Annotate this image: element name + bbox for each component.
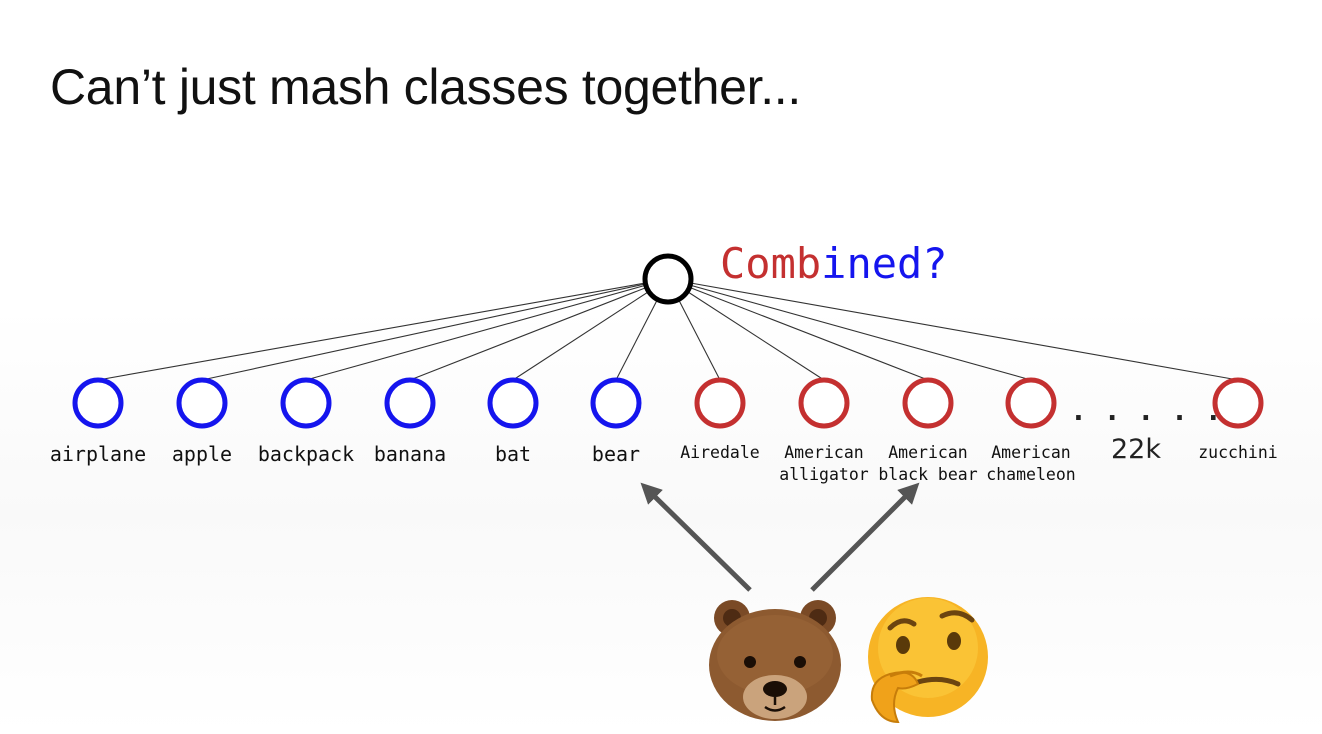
class-label-line: backpack — [258, 442, 354, 466]
class-node-bat — [487, 377, 539, 429]
edge-american-chameleon — [667, 278, 1032, 381]
class-label-line: alligator — [779, 465, 868, 484]
class-combination-diagram: Combined? airplane apple backpack banana bat… — [50, 239, 1278, 724]
class-label-zucchini: zucchini — [1198, 443, 1277, 462]
class-label-american-alligator: American alligator — [779, 443, 868, 484]
edge-american-black-bear — [667, 278, 929, 381]
class-node-bear — [590, 377, 642, 429]
combined-question-label: Combined? — [720, 239, 948, 288]
class-node-backpack — [280, 377, 332, 429]
class-label-backpack: backpack — [258, 442, 354, 466]
class-label-line: black bear — [878, 465, 977, 484]
ellipsis: . . . . . — [1070, 394, 1222, 427]
class-node-airedale — [694, 377, 746, 429]
class-label-line: apple — [172, 442, 232, 466]
class-node-american-chameleon — [1005, 377, 1057, 429]
class-label-line: bat — [495, 442, 531, 466]
class-label-american-black-bear: American black bear — [878, 443, 977, 484]
bear-face-emoji — [709, 600, 841, 721]
class-label-airedale: Airedale — [680, 443, 759, 462]
combined-label-blue-part: ined? — [821, 239, 947, 288]
class-label-line: chameleon — [986, 465, 1075, 484]
class-label-apple: apple — [172, 442, 232, 466]
edge-banana — [409, 278, 669, 381]
edge-bat — [512, 278, 669, 381]
thinking-face-emoji — [868, 597, 988, 724]
class-label-line: American — [784, 443, 863, 462]
class-count-label: 22k — [1111, 434, 1161, 465]
edge-apple — [201, 278, 669, 381]
class-node-american-black-bear — [902, 377, 954, 429]
class-label-american-chameleon: American chameleon — [986, 443, 1075, 484]
class-label-airplane: airplane — [50, 442, 146, 466]
class-label-bat: bat — [495, 442, 531, 466]
edge-zucchini — [667, 278, 1239, 381]
arrow-to-bear — [640, 482, 752, 592]
class-node-banana — [384, 377, 436, 429]
class-node-zucchini — [1212, 377, 1264, 429]
class-node-airplane — [72, 377, 124, 429]
class-label-bear: bear — [592, 442, 640, 466]
class-label-line: airplane — [50, 442, 146, 466]
arrow-to-american-black-bear — [810, 482, 920, 592]
class-label-line: American — [991, 443, 1070, 462]
class-label-line: banana — [374, 442, 446, 466]
class-label-line: Airedale — [680, 443, 759, 462]
class-label-line: American — [888, 443, 967, 462]
edge-airplane — [97, 278, 669, 381]
edge-backpack — [305, 278, 669, 381]
class-node-apple — [176, 377, 228, 429]
class-label-line: bear — [592, 442, 640, 466]
combined-root-node — [642, 253, 694, 305]
combined-label-red-part: Comb — [720, 239, 821, 288]
class-label-line: zucchini — [1198, 443, 1277, 462]
class-node-american-alligator — [798, 377, 850, 429]
edge-american-alligator — [667, 278, 825, 381]
class-label-banana: banana — [374, 442, 446, 466]
